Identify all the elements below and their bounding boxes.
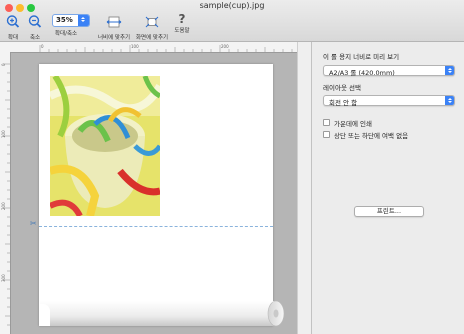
ruler-ticks-top: 0 100 200 <box>39 44 293 52</box>
no-margin-checkbox[interactable] <box>323 131 330 138</box>
help-button[interactable]: ? 도움말 <box>172 13 192 34</box>
paper-size-value: A2/A3 롤 (420.0mm) <box>329 69 395 77</box>
print-button[interactable]: 프린트... <box>354 206 424 217</box>
zoom-in-button[interactable]: 확대 <box>4 13 22 41</box>
zoom-out-label: 축소 <box>29 35 41 41</box>
help-label: 도움말 <box>174 28 190 34</box>
settings-panel: 이 롤 용지 너비로 미리 보기 A2/A3 롤 (420.0mm) 레이아웃 … <box>311 42 464 334</box>
fit-screen-icon <box>145 16 159 28</box>
ruler-top-tick-label: 100 <box>131 44 139 49</box>
zoom-select[interactable]: 35% <box>52 14 90 27</box>
zoom-label-wrap: 확대/축소 <box>55 28 77 37</box>
layout-select[interactable]: 회전 안 함 <box>323 95 455 107</box>
fit-width-icon <box>106 16 122 28</box>
ruler-left-tick-label: 0 <box>1 63 6 66</box>
scissors-icon: ✂ <box>30 219 37 228</box>
chevron-updown-icon <box>445 96 454 105</box>
fit-screen-button[interactable]: 화면에 맞추기 <box>136 13 168 41</box>
photo-preview <box>50 76 160 216</box>
ruler-left-tick-label: 100 <box>1 130 6 138</box>
chevron-updown-icon <box>445 66 454 75</box>
zoom-in-icon <box>6 15 20 28</box>
cut-line <box>39 226 273 227</box>
zoom-out-icon <box>28 15 42 28</box>
zoom-value: 35% <box>56 16 73 24</box>
layout-value: 회전 안 함 <box>329 99 358 107</box>
ruler-left-tick-label: 200 <box>1 202 6 210</box>
paper-size-select[interactable]: A2/A3 롤 (420.0mm) <box>323 65 455 77</box>
center-print-label: 가운데에 인쇄 <box>334 120 372 128</box>
fit-width-label: 너비에 맞추기 <box>98 35 131 41</box>
paper-preview-label: 이 롤 용지 너비로 미리 보기 <box>323 53 400 61</box>
zoom-in-label: 확대 <box>7 35 19 41</box>
zoom-label: 확대/축소 <box>55 31 78 37</box>
vertical-ruler: 0 100 200 300 <box>0 52 11 334</box>
fit-width-button[interactable]: 너비에 맞추기 <box>98 13 130 41</box>
title-bar: sample(cup).jpg 확대 축소 35% 확대/축소 너비에 맞추기 … <box>0 0 464 42</box>
cup-photo-image <box>50 76 160 216</box>
help-icon: ? <box>178 12 186 26</box>
horizontal-ruler: 0 100 200 <box>0 42 297 53</box>
ruler-top-tick-label: 200 <box>221 44 229 49</box>
ruler-left-tick-label: 300 <box>1 274 6 282</box>
ruler-ticks-left: 0 100 200 300 <box>1 63 10 326</box>
layout-label: 레이아웃 선택 <box>323 84 361 92</box>
paper-roll-icon <box>40 300 285 326</box>
vertical-scrollbar[interactable] <box>297 42 311 334</box>
chevron-updown-icon <box>78 15 89 26</box>
ruler-top-tick-label: 0 <box>41 44 44 49</box>
center-print-checkbox[interactable] <box>323 119 330 126</box>
zoom-out-button[interactable]: 축소 <box>26 13 44 41</box>
fit-screen-label: 화면에 맞추기 <box>136 35 169 41</box>
window-title: sample(cup).jpg <box>199 1 265 10</box>
no-margin-label: 상단 또는 하단에 여백 없음 <box>334 132 409 140</box>
